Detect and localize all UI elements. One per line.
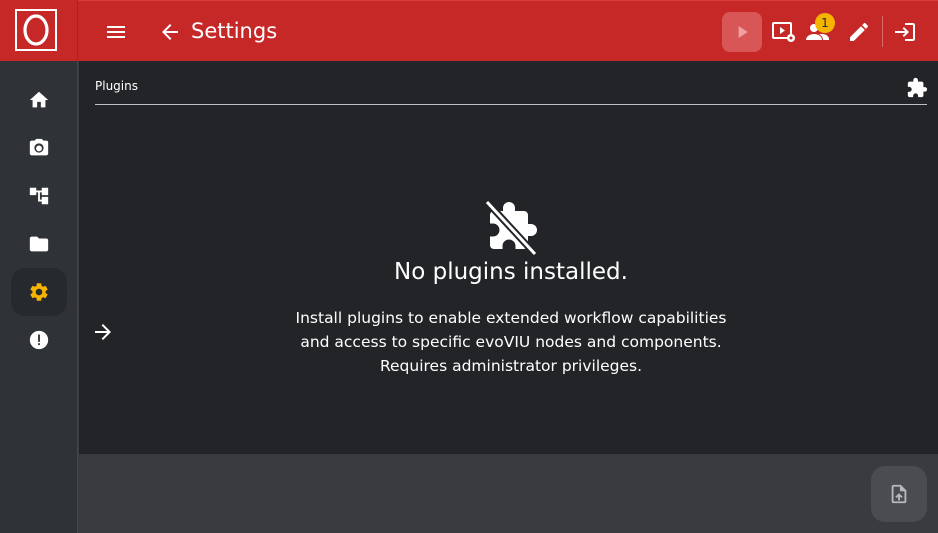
sidebar-item-folder[interactable] (11, 220, 67, 268)
camera-icon (29, 138, 49, 156)
video-settings-icon (772, 22, 795, 42)
logo-area (0, 0, 78, 61)
empty-state-line-1: Install plugins to enable extended workf… (295, 309, 727, 327)
empty-state-line-3: Requires administrator privileges. (379, 357, 643, 375)
app-logo[interactable] (15, 9, 57, 51)
edit-button[interactable] (847, 20, 873, 44)
run-button[interactable] (722, 12, 762, 52)
alert-icon (29, 330, 49, 350)
play-icon (738, 26, 748, 38)
folder-icon (29, 236, 49, 252)
hamburger-icon (107, 26, 125, 38)
file-upload-icon (891, 484, 907, 504)
sidebar-item-workflow[interactable] (11, 172, 67, 220)
back-button[interactable] (158, 20, 182, 44)
plugins-panel: Plugins No plugins installed. Install pl… (79, 61, 938, 454)
home-icon (29, 91, 49, 108)
upload-plugin-button[interactable] (871, 466, 927, 522)
section-title: Plugins (95, 79, 138, 93)
menu-button[interactable] (104, 20, 128, 44)
login-button[interactable] (893, 20, 919, 44)
sidebar-item-camera[interactable] (11, 124, 67, 172)
workflow-icon (29, 187, 49, 205)
pencil-icon (850, 22, 869, 41)
arrow-right-icon (95, 324, 111, 340)
gear-icon (30, 283, 48, 301)
empty-state-description: Install plugins to enable extended workf… (241, 306, 781, 378)
page-title: Settings (191, 19, 278, 43)
section-divider (95, 104, 927, 105)
empty-state-title: No plugins installed. (394, 259, 628, 285)
toolbar-divider (882, 16, 883, 47)
puzzle-icon (906, 77, 928, 99)
arrow-left-icon (162, 24, 178, 40)
no-plugins-icon (479, 198, 543, 258)
sidebar-item-settings[interactable] (11, 268, 67, 316)
top-bar: Settings 1 (78, 0, 938, 61)
login-icon (895, 23, 915, 41)
expand-panel-button[interactable] (91, 320, 115, 344)
notification-badge: 1 (815, 13, 835, 33)
empty-state-line-2: and access to specific evoVIU nodes and … (300, 333, 722, 351)
sidebar-item-home[interactable] (11, 76, 67, 124)
sidebar-item-alerts[interactable] (11, 316, 67, 364)
sidebar (0, 0, 78, 533)
video-settings-button[interactable] (771, 20, 797, 44)
